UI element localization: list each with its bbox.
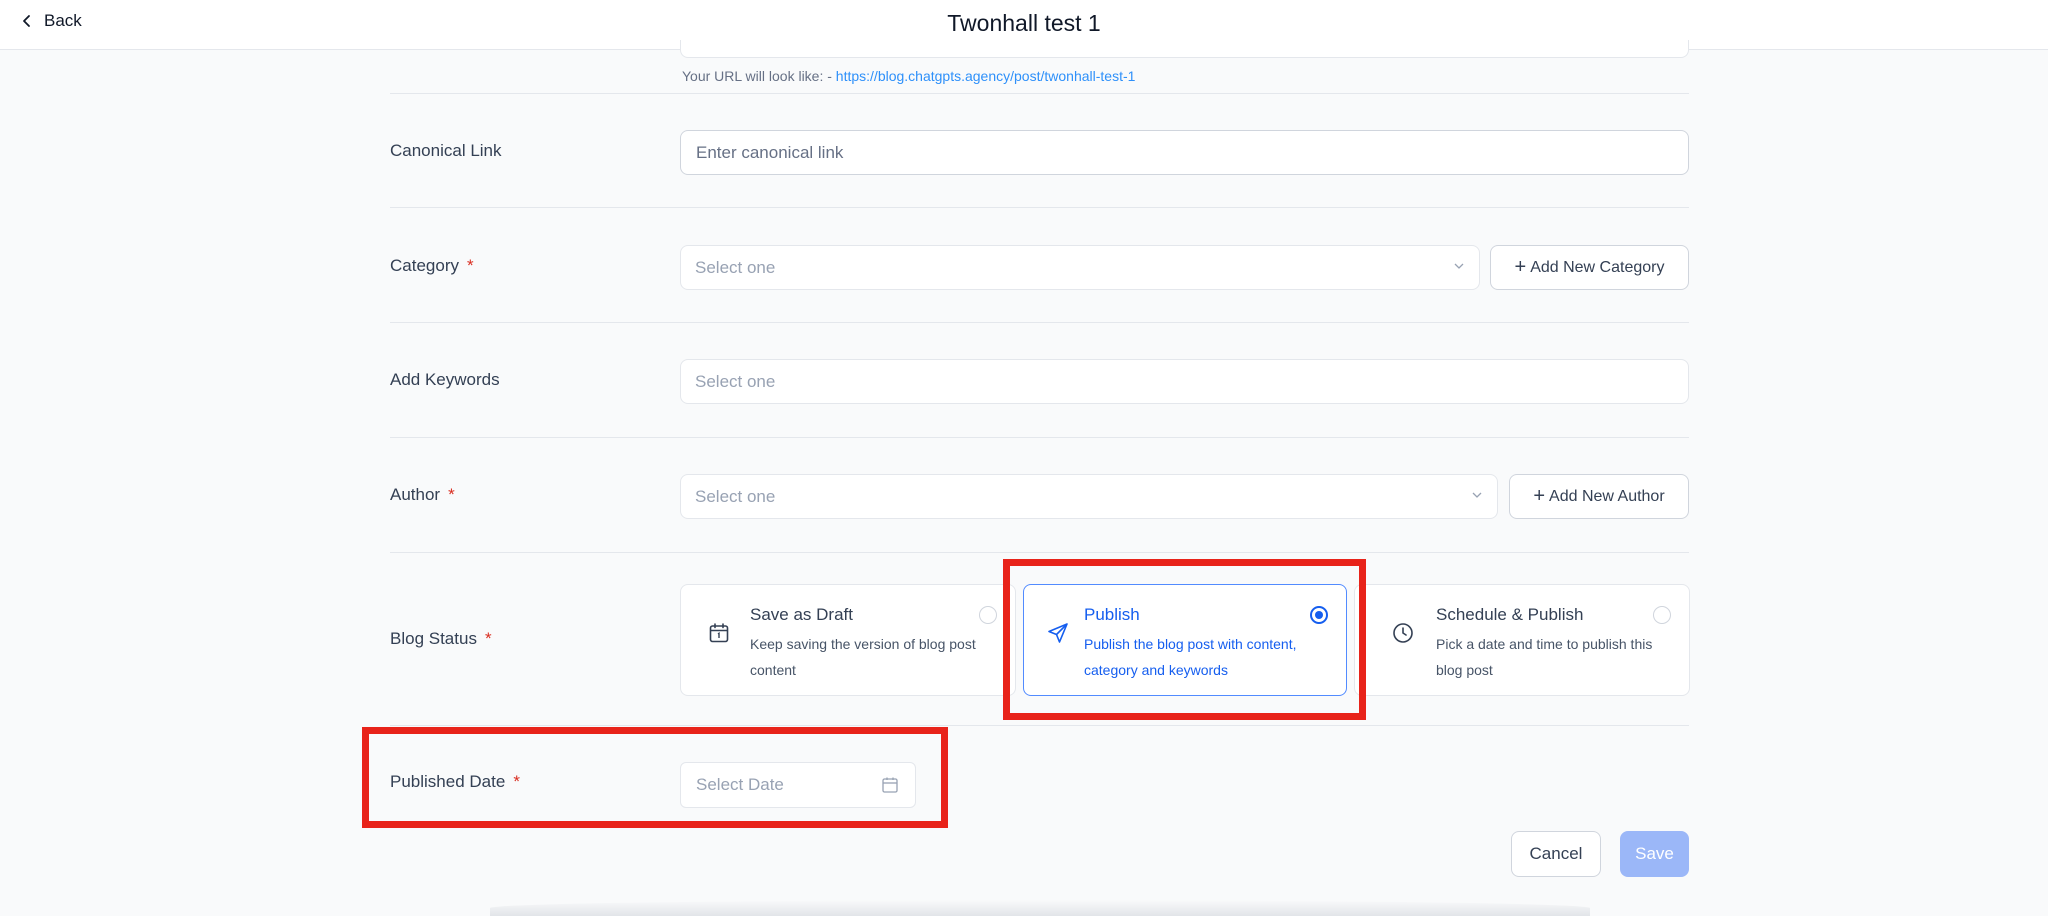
- category-select[interactable]: Select one: [680, 245, 1480, 290]
- keywords-label: Add Keywords: [390, 370, 500, 390]
- keywords-label-text: Add Keywords: [390, 370, 500, 389]
- plus-icon: +: [1533, 484, 1546, 507]
- canonical-link-input[interactable]: Enter canonical link: [680, 130, 1689, 175]
- url-hint-prefix: Your URL will look like: -: [682, 68, 836, 84]
- blog-status-label-text: Blog Status: [390, 629, 477, 648]
- canonical-label: Canonical Link: [390, 141, 502, 161]
- divider: [390, 93, 1689, 94]
- author-placeholder: Select one: [695, 486, 776, 506]
- calendar-icon: [709, 623, 729, 643]
- category-label-text: Category: [390, 256, 459, 275]
- add-new-category-button[interactable]: + Add New Category: [1490, 245, 1689, 290]
- divider: [390, 725, 1689, 726]
- add-category-label: Add New Category: [1530, 258, 1665, 276]
- chevron-down-icon: [1454, 263, 1464, 269]
- author-label: Author *: [390, 485, 455, 505]
- keywords-placeholder: Select one: [695, 371, 776, 391]
- slug-input[interactable]: [680, 40, 1689, 58]
- status-radio-schedule[interactable]: [1653, 606, 1671, 624]
- divider: [390, 322, 1689, 323]
- add-author-label: Add New Author: [1549, 487, 1665, 505]
- url-preview-link[interactable]: https://blog.chatgpts.agency/post/twonha…: [836, 68, 1136, 84]
- chevron-down-icon: [1472, 492, 1482, 498]
- status-title: Schedule & Publish: [1436, 605, 1584, 624]
- canonical-placeholder: Enter canonical link: [696, 142, 844, 162]
- bottom-shadow: [490, 900, 1590, 916]
- status-desc: Keep saving the version of blog post con…: [750, 636, 976, 678]
- status-desc: Pick a date and time to publish this blo…: [1436, 636, 1653, 678]
- category-placeholder: Select one: [695, 257, 776, 277]
- status-radio-draft[interactable]: [979, 606, 997, 624]
- status-option-draft[interactable]: Save as Draft Keep saving the version of…: [680, 584, 1016, 696]
- plus-icon: +: [1514, 255, 1527, 278]
- cancel-button[interactable]: Cancel: [1511, 831, 1601, 877]
- author-label-text: Author: [390, 485, 441, 504]
- required-asterisk: *: [466, 256, 474, 275]
- required-asterisk: *: [448, 485, 455, 504]
- required-asterisk: *: [484, 629, 492, 648]
- url-hint: Your URL will look like: - https://blog.…: [682, 68, 1135, 84]
- keywords-select[interactable]: Select one: [680, 359, 1689, 404]
- add-new-author-button[interactable]: + Add New Author: [1509, 474, 1689, 519]
- canonical-label-text: Canonical Link: [390, 141, 502, 160]
- clock-icon: [1393, 623, 1413, 643]
- highlight-box-publish: [1003, 559, 1366, 720]
- highlight-box-published-date: [362, 727, 948, 828]
- divider: [390, 437, 1689, 438]
- save-button[interactable]: Save: [1620, 831, 1689, 877]
- status-option-schedule[interactable]: Schedule & Publish Pick a date and time …: [1354, 584, 1690, 696]
- divider: [390, 552, 1689, 553]
- category-label: Category *: [390, 256, 474, 276]
- divider: [390, 207, 1689, 208]
- status-title: Save as Draft: [750, 605, 853, 624]
- page-title: Twonhall test 1: [947, 10, 1101, 36]
- blog-status-label: Blog Status *: [390, 629, 492, 649]
- author-select[interactable]: Select one: [680, 474, 1498, 519]
